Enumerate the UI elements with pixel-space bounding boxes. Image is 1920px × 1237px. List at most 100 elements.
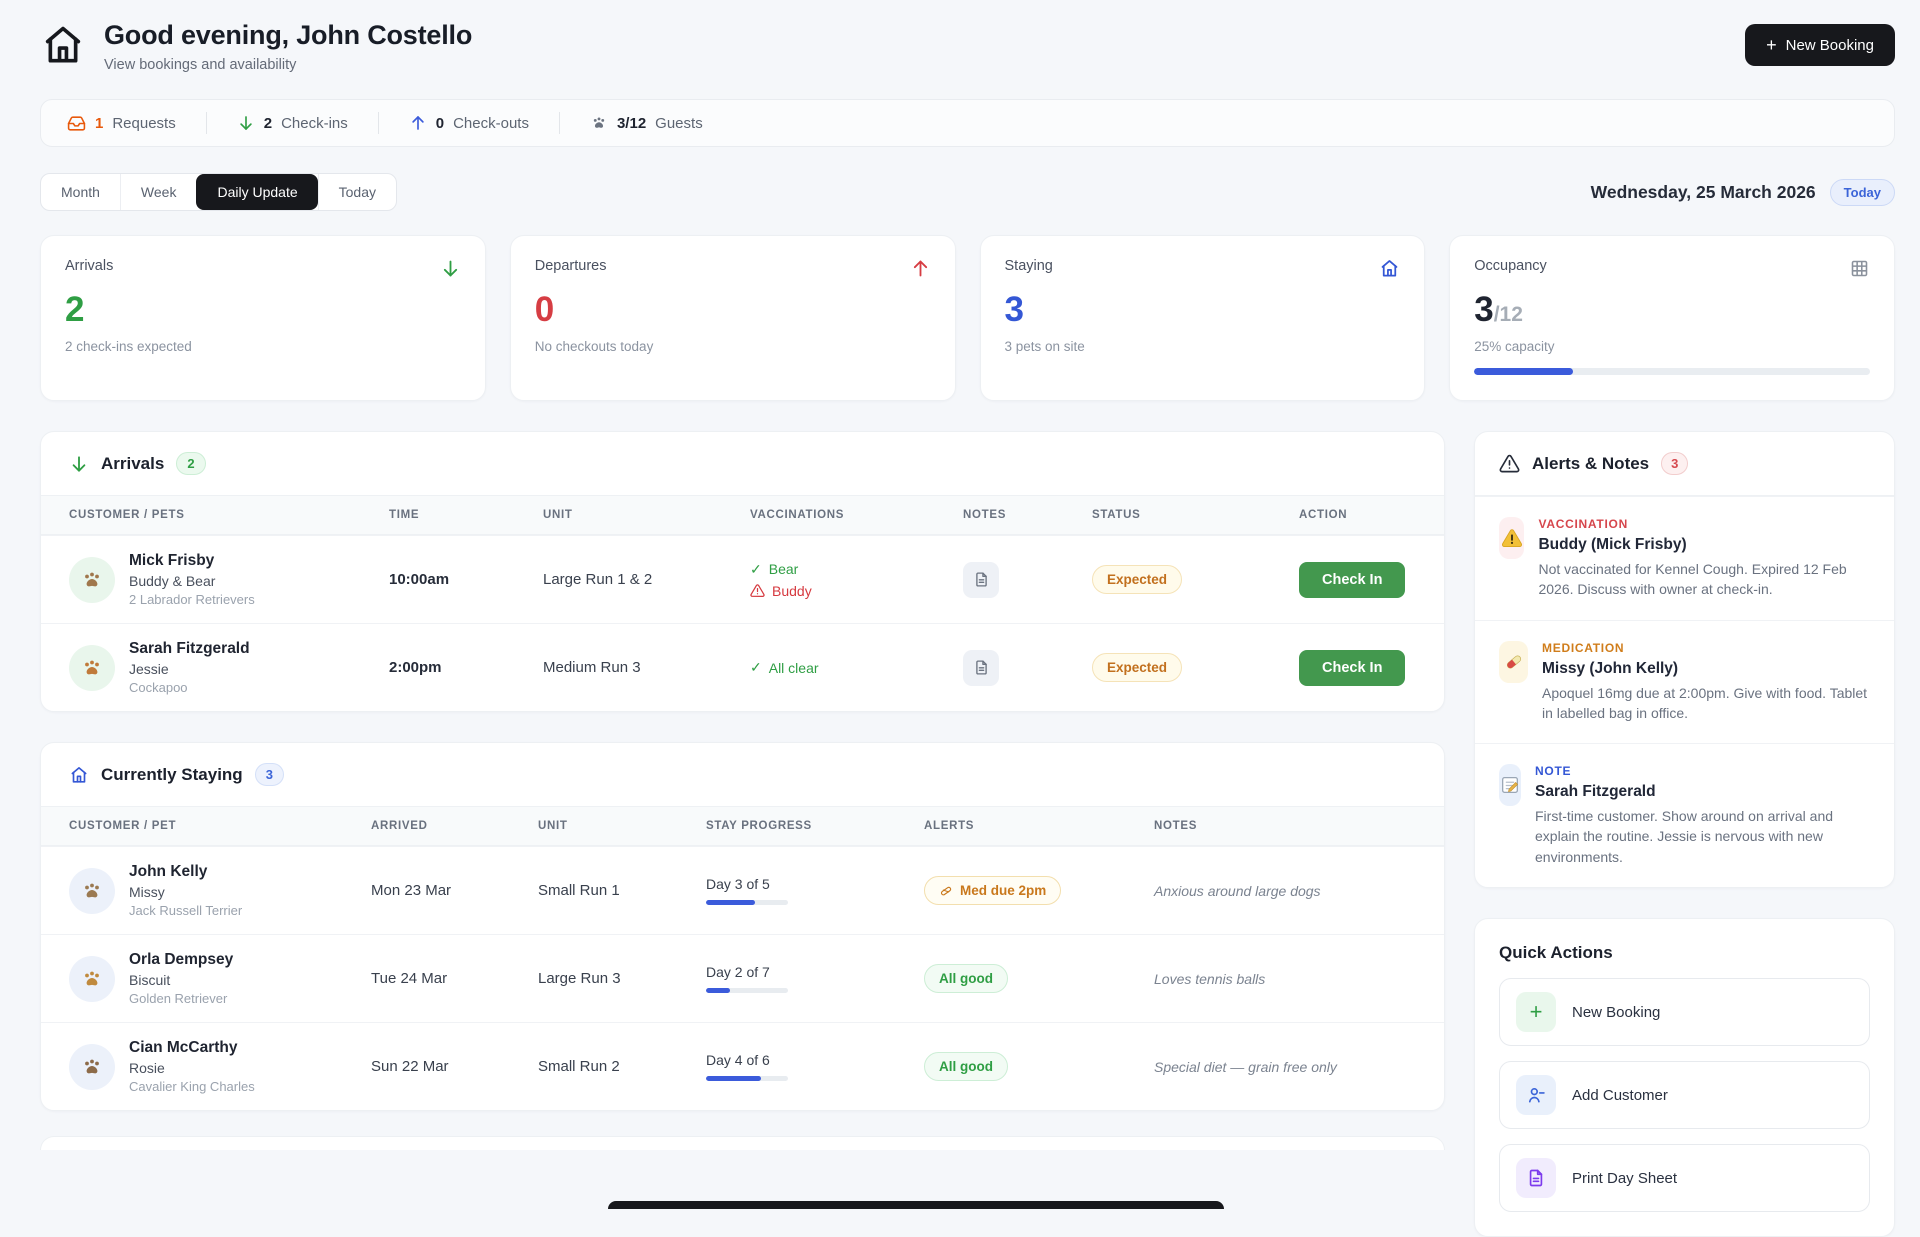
arrivals-table-header: CUSTOMER / PETS TIME UNIT VACCINATIONS N… [41,495,1444,535]
check-in-button[interactable]: Check In [1299,562,1405,598]
add-user-icon [1516,1075,1556,1115]
arrow-down-icon [440,258,461,279]
card-subtitle: 3 pets on site [1005,339,1401,354]
check-icon: ✓ [750,659,762,676]
pill-icon [939,884,953,898]
page-subtitle: View bookings and availability [104,57,472,73]
table-row: Cian McCarthy Rosie Cavalier King Charle… [41,1022,1444,1110]
divider [378,112,379,134]
plus-icon: + [1766,36,1777,54]
section-title: Quick Actions [1499,943,1870,963]
alert-badge: All good [924,964,1008,993]
main-column: Arrivals 2 CUSTOMER / PETS TIME UNIT VAC… [40,431,1445,1150]
pet-breed: Jack Russell Terrier [129,903,242,918]
stay-progress-label: Day 2 of 7 [706,964,924,980]
arrived-date: Sun 22 Mar [371,1058,538,1075]
pill-icon [1499,641,1528,683]
pet-avatar [69,645,115,691]
stat-cards-row: Arrivals 2 2 check-ins expected Departur… [40,235,1895,401]
stat-checkouts[interactable]: 0 Check-outs [409,114,529,132]
stay-progress-fill [706,900,755,905]
unit: Small Run 2 [538,1058,706,1075]
tab-today[interactable]: Today [318,174,396,210]
stat-requests[interactable]: 1 Requests [67,114,176,133]
departures-card: Departures 0 No checkouts today [510,235,956,401]
home-icon [69,765,89,785]
arrow-up-icon [910,258,931,279]
stay-progress-fill [706,988,730,993]
stay-progress-label: Day 3 of 5 [706,876,924,892]
arrival-time: 10:00am [389,571,543,588]
stat-guests[interactable]: 3/12 Guests [590,114,703,132]
stay-progress-track [706,1076,788,1081]
document-icon [973,659,990,676]
tab-week[interactable]: Week [120,174,197,210]
occupancy-progress-fill [1474,368,1573,375]
pet-breed: Cavalier King Charles [129,1079,255,1094]
quick-action-add-customer[interactable]: Add Customer [1499,1061,1870,1129]
pet-names: Jessie [129,661,250,677]
sidebar: Alerts & Notes 3 VACCINATION Buddy (Mick… [1474,431,1895,1237]
stat-checkins[interactable]: 2 Check-ins [237,114,348,132]
bottom-overlay-edge [608,1201,1224,1209]
alerts-notes-panel: Alerts & Notes 3 VACCINATION Buddy (Mick… [1474,431,1895,888]
vaccination-status: Buddy [750,583,963,599]
pet-avatar [69,557,115,603]
customer-name[interactable]: John Kelly [129,863,242,881]
stay-progress-track [706,900,788,905]
warning-triangle-icon [750,583,765,598]
new-booking-button[interactable]: + New Booking [1745,24,1895,66]
page-title: Good evening, John Costello [104,20,472,51]
customer-name[interactable]: Mick Frisby [129,552,255,570]
quick-action-new-booking[interactable]: + New Booking [1499,978,1870,1046]
vaccination-status: ✓Bear [750,561,963,578]
currently-staying-panel: Currently Staying 3 CUSTOMER / PET ARRIV… [40,742,1445,1111]
customer-name[interactable]: Orla Dempsey [129,951,233,969]
staying-count: 3 [1005,292,1401,327]
notes-button[interactable] [963,650,999,686]
pet-avatar [69,956,115,1002]
arrow-down-icon [69,454,89,474]
alert-category: MEDICATION [1542,641,1870,655]
tab-daily-update[interactable]: Daily Update [196,174,317,210]
arrival-time: 2:00pm [389,659,543,676]
today-badge[interactable]: Today [1830,179,1895,206]
notes-button[interactable] [963,562,999,598]
alert-subject: Buddy (Mick Frisby) [1538,536,1870,554]
table-row: Sarah Fitzgerald Jessie Cockapoo 2:00pm … [41,623,1444,711]
pet-breed: Golden Retriever [129,991,233,1006]
page-header: Good evening, John Costello View booking… [40,14,1895,73]
pet-avatar [69,868,115,914]
customer-name[interactable]: Cian McCarthy [129,1039,255,1057]
current-date: Wednesday, 25 March 2026 [1591,182,1816,203]
customer-name[interactable]: Sarah Fitzgerald [129,640,250,658]
divider [206,112,207,134]
card-subtitle: 2 check-ins expected [65,339,461,354]
occupancy-progress-track [1474,368,1870,375]
status-badge: Expected [1092,653,1182,682]
quick-action-print-day-sheet[interactable]: Print Day Sheet [1499,1144,1870,1212]
unit: Medium Run 3 [543,659,750,676]
check-in-button[interactable]: Check In [1299,650,1405,686]
alert-badge: All good [924,1052,1008,1081]
grid-icon [1849,258,1870,279]
pet-breed: 2 Labrador Retrievers [129,592,255,607]
arrivals-count: 2 [65,292,461,327]
alert-item: MEDICATION Missy (John Kelly) Apoquel 16… [1475,620,1894,744]
view-switcher: Month Week Daily Update Today [40,173,397,211]
home-icon [40,22,86,68]
tab-month[interactable]: Month [41,174,120,210]
table-row: John Kelly Missy Jack Russell Terrier Mo… [41,846,1444,934]
stay-note: Special diet — grain free only [1154,1059,1444,1075]
stay-note: Loves tennis balls [1154,971,1444,987]
home-icon [1379,258,1400,279]
section-title: Arrivals [101,454,164,474]
unit: Small Run 1 [538,882,706,899]
arrow-down-icon [237,114,255,132]
view-controls: Month Week Daily Update Today Wednesday,… [40,173,1895,211]
alert-category: NOTE [1535,764,1870,778]
paw-icon [590,114,608,132]
unit: Large Run 1 & 2 [543,571,750,588]
alert-subject: Missy (John Kelly) [1542,660,1870,678]
pet-name: Missy [129,884,242,900]
